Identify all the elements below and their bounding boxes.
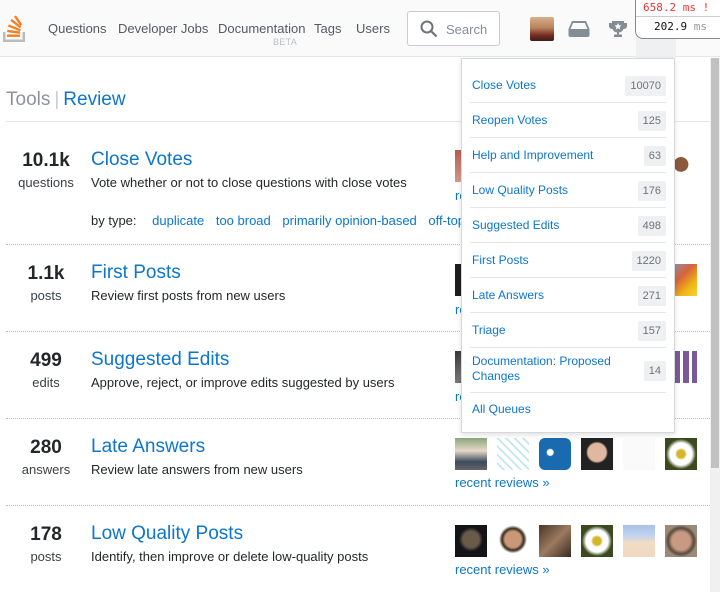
type-link-opinion-based[interactable]: primarily opinion-based bbox=[282, 213, 416, 228]
review-queues-dropdown: Close Votes 10070 Reopen Votes 125 Help … bbox=[461, 58, 675, 433]
reviewer-avatar[interactable] bbox=[623, 438, 655, 470]
queue-description: Vote whether or not to close questions w… bbox=[91, 175, 407, 190]
queue-count: 10.1k bbox=[22, 150, 70, 171]
search-placeholder: Search bbox=[446, 22, 488, 37]
reviewer-avatar[interactable] bbox=[581, 438, 613, 470]
type-link-duplicate[interactable]: duplicate bbox=[152, 213, 204, 228]
dropdown-item-label[interactable]: Close Votes bbox=[472, 78, 536, 93]
dropdown-item-label[interactable]: Late Answers bbox=[472, 288, 544, 303]
nav-tags[interactable]: Tags bbox=[314, 21, 341, 36]
breadcrumb-tools[interactable]: Tools bbox=[6, 89, 50, 110]
dropdown-item-low-quality-posts[interactable]: Low Quality Posts 176 bbox=[470, 173, 666, 208]
reviewer-avatar[interactable] bbox=[455, 438, 487, 470]
reviewer-avatar[interactable] bbox=[665, 525, 697, 557]
inbox-icon[interactable] bbox=[568, 20, 590, 38]
reviewer-avatar[interactable] bbox=[581, 525, 613, 557]
queue-count-badge: 271 bbox=[637, 286, 666, 306]
queue-title-link[interactable]: Low Quality Posts bbox=[91, 523, 243, 545]
queue-count-badge: 10070 bbox=[625, 76, 666, 96]
queue-count-badge: 63 bbox=[643, 146, 666, 166]
page-scrollbar[interactable] bbox=[710, 58, 720, 592]
queue-unit: edits bbox=[32, 375, 60, 390]
dropdown-item-documentation-proposed-changes[interactable]: Documentation: Proposed Changes 14 bbox=[470, 348, 666, 393]
recent-reviews-link[interactable]: recent reviews » bbox=[455, 475, 550, 490]
dropdown-item-label[interactable]: Reopen Votes bbox=[472, 113, 547, 128]
type-link-too-broad[interactable]: too broad bbox=[216, 213, 271, 228]
recent-reviews-link[interactable]: recent reviews » bbox=[455, 562, 550, 577]
nav-users[interactable]: Users bbox=[356, 21, 390, 36]
reviewer-avatar[interactable] bbox=[497, 438, 529, 470]
dropdown-item-label[interactable]: Low Quality Posts bbox=[472, 183, 568, 198]
queue-title-link[interactable]: Late Answers bbox=[91, 436, 205, 458]
queue-count-badge: 125 bbox=[637, 111, 666, 131]
queue-count: 1.1k bbox=[27, 263, 65, 284]
queue-count-badge: 14 bbox=[643, 361, 666, 381]
profiler-timing-unit: ms bbox=[693, 20, 707, 33]
queue-unit: posts bbox=[30, 288, 62, 303]
queue-description: Identify, then improve or delete low-qua… bbox=[91, 549, 369, 564]
queue-count-badge: 1220 bbox=[631, 251, 666, 271]
queue-unit: posts bbox=[30, 549, 62, 564]
mini-profiler[interactable]: 658.2 ms ! 202.9 ms bbox=[635, 0, 720, 39]
reviewer-avatar[interactable] bbox=[455, 525, 487, 557]
dropdown-item-reopen-votes[interactable]: Reopen Votes 125 bbox=[470, 103, 666, 138]
reviewer-avatar[interactable] bbox=[539, 438, 571, 470]
queue-count-badge: 157 bbox=[637, 321, 666, 341]
dropdown-item-late-answers[interactable]: Late Answers 271 bbox=[470, 278, 666, 313]
dropdown-item-label[interactable]: Documentation: Proposed Changes bbox=[472, 354, 622, 384]
dropdown-item-label[interactable]: Triage bbox=[472, 323, 506, 338]
by-type-label: by type: bbox=[91, 213, 137, 228]
reviewer-avatar[interactable] bbox=[497, 525, 529, 557]
queue-count-badge: 176 bbox=[637, 181, 666, 201]
queue-description: Review late answers from new users bbox=[91, 462, 303, 477]
page-title: Tools | Review bbox=[6, 89, 126, 111]
top-bar: Questions Developer Jobs Documentation B… bbox=[0, 0, 720, 58]
dropdown-item-suggested-edits[interactable]: Suggested Edits 498 bbox=[470, 208, 666, 243]
dropdown-item-label[interactable]: First Posts bbox=[472, 253, 529, 268]
documentation-beta-badge: BETA bbox=[273, 37, 298, 47]
dropdown-item-label[interactable]: Help and Improvement bbox=[472, 148, 593, 163]
queue-description: Review first posts from new users bbox=[91, 288, 286, 303]
nav-developer-jobs[interactable]: Developer Jobs bbox=[118, 21, 208, 36]
queue-count-badge: 498 bbox=[637, 216, 666, 236]
search-input[interactable]: Search bbox=[407, 11, 500, 46]
profiler-timing-value: 202.9 bbox=[654, 20, 688, 33]
search-icon bbox=[420, 20, 438, 38]
breadcrumb-review[interactable]: Review bbox=[63, 89, 125, 110]
queue-unit: questions bbox=[18, 175, 74, 190]
dropdown-item-triage[interactable]: Triage 157 bbox=[470, 313, 666, 348]
queue-count: 178 bbox=[30, 524, 62, 545]
dropdown-item-first-posts[interactable]: First Posts 1220 bbox=[470, 243, 666, 278]
user-avatar[interactable] bbox=[530, 17, 554, 41]
dropdown-item-all-queues[interactable]: All Queues bbox=[470, 393, 666, 428]
by-type-filter: by type: duplicate too broad primarily o… bbox=[91, 213, 474, 228]
queue-title-link[interactable]: Close Votes bbox=[91, 149, 192, 171]
reviewer-avatar[interactable] bbox=[665, 438, 697, 470]
queue-title-link[interactable]: First Posts bbox=[91, 262, 181, 284]
reviewer-avatar[interactable] bbox=[539, 525, 571, 557]
queue-description: Approve, reject, or improve edits sugges… bbox=[91, 375, 395, 390]
stack-overflow-logo[interactable] bbox=[2, 14, 28, 44]
all-queues-link[interactable]: All Queues bbox=[472, 402, 531, 417]
profiler-timing-alert[interactable]: 658.2 ms ! bbox=[643, 1, 709, 14]
dropdown-item-close-votes[interactable]: Close Votes 10070 bbox=[470, 68, 666, 103]
achievements-trophy-icon[interactable] bbox=[609, 20, 627, 38]
queue-title-link[interactable]: Suggested Edits bbox=[91, 349, 229, 371]
reviewer-avatar[interactable] bbox=[623, 525, 655, 557]
queue-divider bbox=[6, 505, 710, 506]
queue-count: 280 bbox=[30, 437, 62, 458]
profiler-timing[interactable]: 202.9 ms bbox=[654, 20, 707, 33]
dropdown-item-help-and-improvement[interactable]: Help and Improvement 63 bbox=[470, 138, 666, 173]
nav-questions[interactable]: Questions bbox=[48, 21, 107, 36]
breadcrumb-separator: | bbox=[54, 89, 60, 110]
nav-documentation[interactable]: Documentation bbox=[218, 21, 305, 36]
dropdown-item-label[interactable]: Suggested Edits bbox=[472, 218, 559, 233]
queue-unit: answers bbox=[21, 462, 71, 477]
profiler-divider bbox=[636, 16, 720, 17]
scrollbar-thumb[interactable] bbox=[711, 58, 719, 468]
queue-count: 499 bbox=[30, 350, 62, 371]
